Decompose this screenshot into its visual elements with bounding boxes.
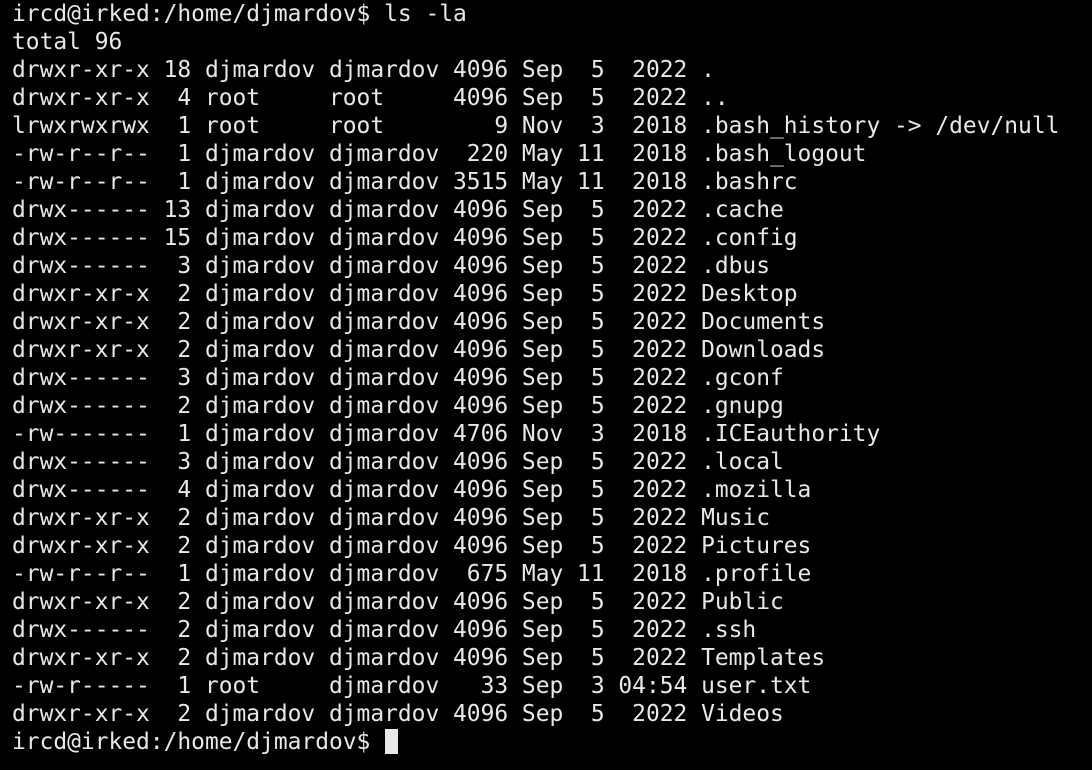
listing-row: drwxr-xr-x 2 djmardov djmardov 4096 Sep … [12, 505, 770, 531]
listing-row: -rw-r----- 1 root djmardov 33 Sep 3 04:5… [12, 673, 812, 699]
listing-row: drwx------ 4 djmardov djmardov 4096 Sep … [12, 477, 812, 503]
final-prompt-text: ircd@irked:/home/djmardov$ [12, 729, 385, 755]
listing-row: drwxr-xr-x 2 djmardov djmardov 4096 Sep … [12, 589, 784, 615]
listing-row: drwx------ 2 djmardov djmardov 4096 Sep … [12, 393, 784, 419]
input-line[interactable]: ircd@irked:/home/djmardov$ [12, 728, 1092, 756]
listing-row: drwx------ 3 djmardov djmardov 4096 Sep … [12, 365, 784, 391]
listing-row: -rw-r--r-- 1 djmardov djmardov 220 May 1… [12, 141, 867, 167]
command-line: ircd@irked:/home/djmardov$ ls -la [12, 0, 1092, 28]
listing-row: drwxr-xr-x 2 djmardov djmardov 4096 Sep … [12, 645, 826, 671]
listing-row: drwxr-xr-x 2 djmardov djmardov 4096 Sep … [12, 533, 812, 559]
listing-row: -rw-r--r-- 1 djmardov djmardov 3515 May … [12, 169, 798, 195]
command-text: ls -la [384, 1, 467, 27]
listing-row: -rw-r--r-- 1 djmardov djmardov 675 May 1… [12, 561, 812, 587]
listing-row: drwx------ 2 djmardov djmardov 4096 Sep … [12, 617, 757, 643]
listing-row: drwx------ 3 djmardov djmardov 4096 Sep … [12, 449, 784, 475]
prompt-text: ircd@irked:/home/djmardov$ [12, 1, 385, 27]
listing-row: lrwxrwxrwx 1 root root 9 Nov 3 2018 .bas… [12, 113, 1060, 139]
listing-row: drwx------ 13 djmardov djmardov 4096 Sep… [12, 197, 784, 223]
terminal-window[interactable]: ircd@irked:/home/djmardov$ ls -la total … [0, 0, 1092, 770]
listing-row: drwxr-xr-x 2 djmardov djmardov 4096 Sep … [12, 337, 826, 363]
listing-row: drwxr-xr-x 4 root root 4096 Sep 5 2022 .… [12, 85, 729, 111]
listing-row: drwxr-xr-x 2 djmardov djmardov 4096 Sep … [12, 309, 826, 335]
text-cursor [385, 729, 399, 754]
listing-row: drwx------ 3 djmardov djmardov 4096 Sep … [12, 253, 770, 279]
listing-row: drwxr-xr-x 2 djmardov djmardov 4096 Sep … [12, 701, 784, 727]
listing-row: -rw------- 1 djmardov djmardov 4706 Nov … [12, 421, 881, 447]
command-output: total 96 drwxr-xr-x 18 djmardov djmardov … [12, 28, 1092, 728]
listing-row: drwxr-xr-x 2 djmardov djmardov 4096 Sep … [12, 281, 798, 307]
total-line: total 96 [12, 29, 123, 55]
listing-row: drwxr-xr-x 18 djmardov djmardov 4096 Sep… [12, 57, 715, 83]
listing-row: drwx------ 15 djmardov djmardov 4096 Sep… [12, 225, 798, 251]
